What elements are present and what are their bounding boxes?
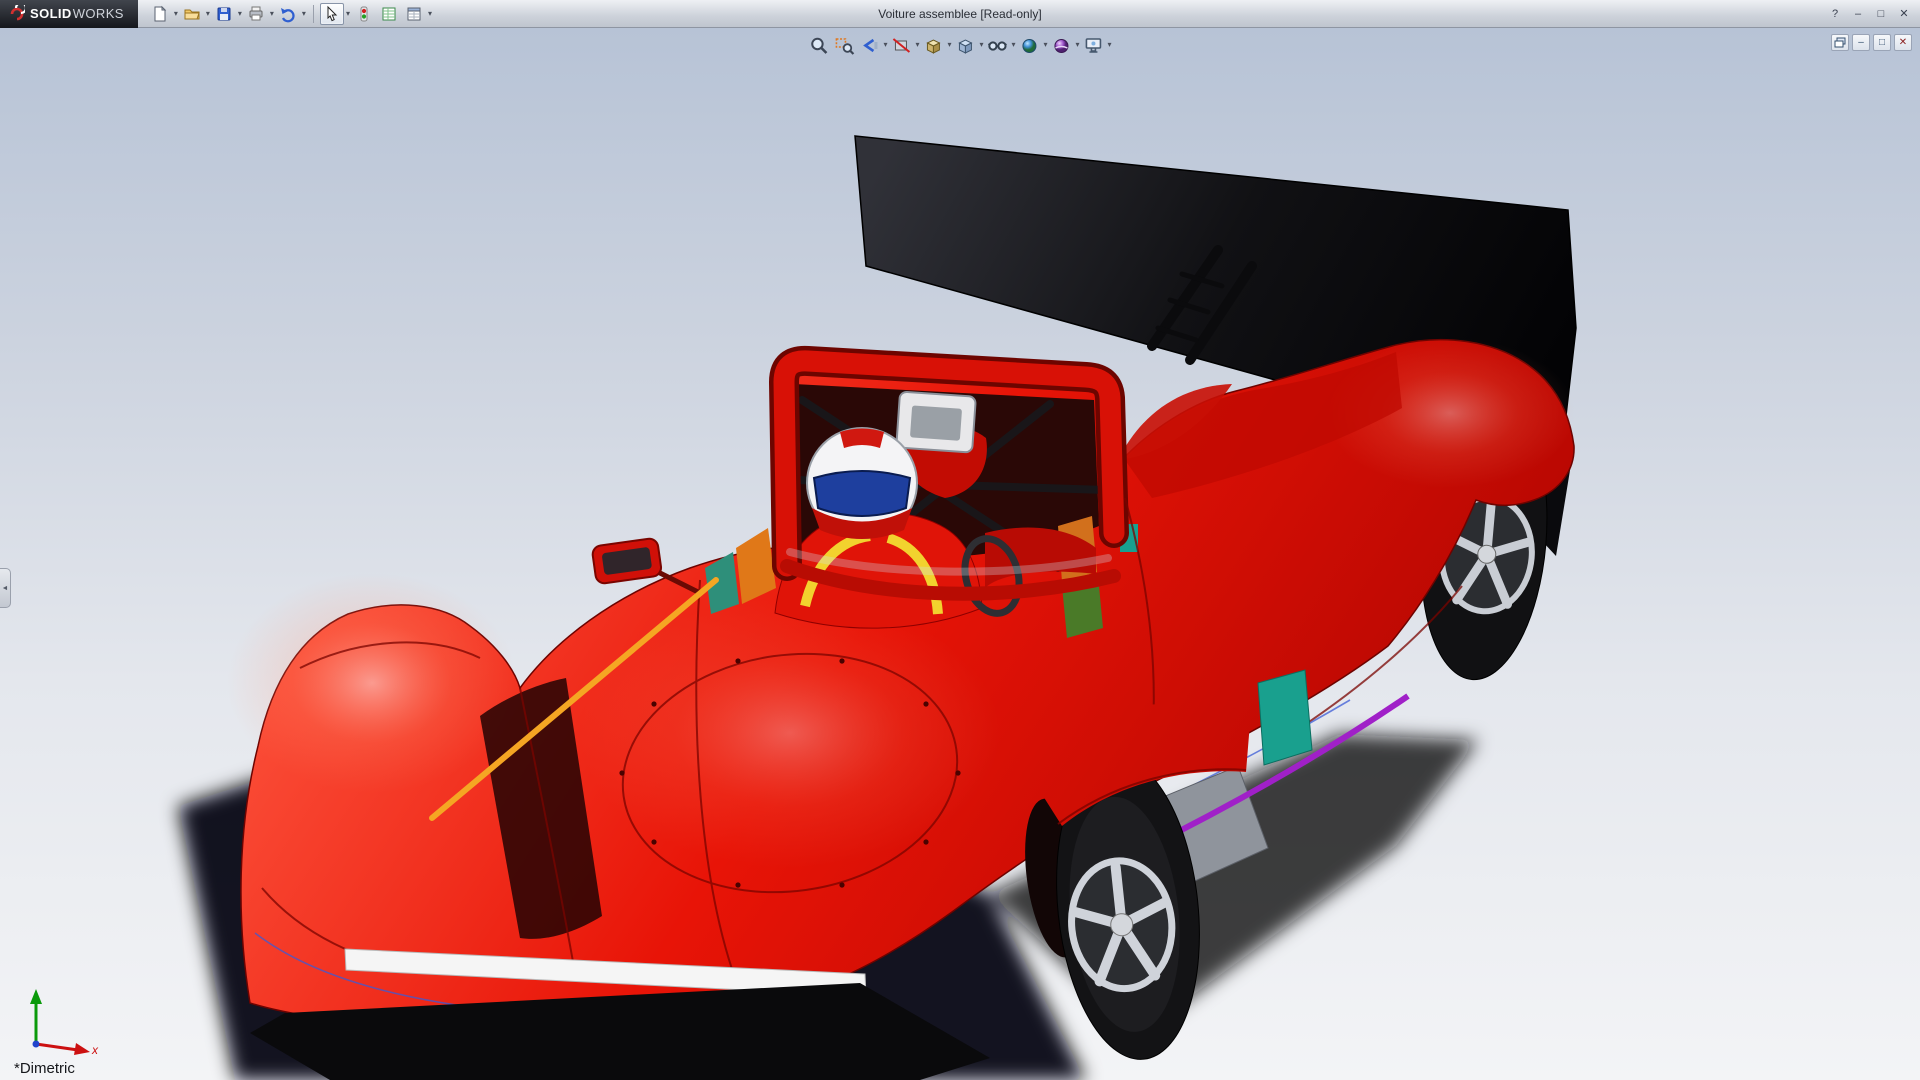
display-style-button[interactable] bbox=[953, 33, 977, 57]
help-button[interactable]: ? bbox=[1825, 5, 1845, 23]
dropdown-caret[interactable]: ▾ bbox=[428, 3, 432, 25]
open-folder-icon bbox=[183, 5, 201, 23]
y-axis-arrow bbox=[30, 989, 42, 1004]
view-settings-button[interactable] bbox=[1082, 33, 1106, 57]
zoom-to-fit-icon bbox=[809, 36, 829, 55]
view-orientation-label: *Dimetric bbox=[14, 1060, 75, 1077]
zoom-to-fit-button[interactable] bbox=[807, 33, 831, 57]
section-view-button[interactable] bbox=[889, 33, 913, 57]
view-settings-icon bbox=[1084, 36, 1104, 55]
x-axis-label: x bbox=[91, 1043, 99, 1056]
cascade-window-button[interactable] bbox=[1831, 34, 1849, 51]
dropdown-caret[interactable]: ▾ bbox=[979, 34, 983, 56]
select-arrow-icon bbox=[323, 5, 341, 23]
traffic-light-button[interactable] bbox=[352, 3, 376, 25]
dropdown-caret[interactable]: ▾ bbox=[883, 34, 887, 56]
driver-helmet[interactable] bbox=[807, 428, 917, 539]
dropdown-caret[interactable]: ▾ bbox=[1044, 34, 1048, 56]
close-button[interactable]: ✕ bbox=[1894, 5, 1914, 23]
dropdown-caret[interactable]: ▾ bbox=[1108, 34, 1112, 56]
intake-box bbox=[896, 391, 976, 452]
heads-up-toolbar: ▾ ▾ ▾ bbox=[807, 33, 1112, 57]
maximize-button[interactable]: □ bbox=[1871, 5, 1891, 23]
dropdown-caret[interactable]: ▾ bbox=[346, 3, 350, 25]
toolbar-separator bbox=[313, 5, 314, 23]
traffic-light-icon bbox=[355, 5, 373, 23]
dropdown-caret[interactable]: ▾ bbox=[238, 3, 242, 25]
file-properties-icon bbox=[380, 5, 398, 23]
previous-view-icon bbox=[859, 36, 879, 55]
design-table-icon bbox=[405, 5, 423, 23]
select-tool-button[interactable] bbox=[320, 3, 344, 25]
z-axis-dot bbox=[33, 1041, 40, 1048]
doc-minimize-button[interactable]: – bbox=[1852, 34, 1870, 51]
orientation-triad: x bbox=[22, 984, 102, 1056]
brand-text-works: WORKS bbox=[73, 6, 124, 21]
side-mirror[interactable] bbox=[592, 538, 700, 593]
undo-button[interactable] bbox=[276, 3, 300, 25]
zoom-to-area-icon bbox=[834, 36, 854, 55]
window-controls: ? – □ ✕ bbox=[1825, 5, 1920, 23]
print-button[interactable] bbox=[244, 3, 268, 25]
view-orientation-button[interactable] bbox=[921, 33, 945, 57]
apply-scene-button[interactable] bbox=[1050, 33, 1074, 57]
side-duct[interactable] bbox=[1258, 670, 1312, 765]
solidworks-window: SOLID WORKS ▾ ▾ bbox=[0, 0, 1920, 1080]
edit-appearance-button[interactable] bbox=[1018, 33, 1042, 57]
helmet-visor bbox=[814, 471, 910, 516]
cascade-window-icon bbox=[1834, 37, 1846, 48]
title-bar: SOLID WORKS ▾ ▾ bbox=[0, 0, 1920, 28]
dropdown-caret[interactable]: ▾ bbox=[302, 3, 306, 25]
hide-show-items-icon bbox=[987, 36, 1009, 55]
save-icon bbox=[215, 5, 233, 23]
car-model[interactable] bbox=[0, 28, 1920, 1080]
brand-text-solid: SOLID bbox=[30, 6, 72, 21]
save-button[interactable] bbox=[212, 3, 236, 25]
apply-scene-icon bbox=[1052, 36, 1072, 55]
open-document-button[interactable] bbox=[180, 3, 204, 25]
collapse-arrow: ◄ bbox=[2, 585, 9, 592]
graphics-viewport[interactable]: ▾ ▾ ▾ bbox=[0, 28, 1920, 1080]
dropdown-caret[interactable]: ▾ bbox=[915, 34, 919, 56]
solidworks-logo: SOLID WORKS bbox=[0, 0, 138, 28]
dropdown-caret[interactable]: ▾ bbox=[174, 3, 178, 25]
document-window-controls: – □ ✕ bbox=[1831, 34, 1912, 51]
featuremanager-collapsed-tab[interactable]: ◄ bbox=[0, 568, 11, 608]
display-style-icon bbox=[955, 36, 975, 55]
ds-logo-mark-icon bbox=[8, 5, 25, 22]
dropdown-caret[interactable]: ▾ bbox=[206, 3, 210, 25]
file-properties-button[interactable] bbox=[377, 3, 401, 25]
design-table-button[interactable] bbox=[402, 3, 426, 25]
doc-restore-button[interactable]: □ bbox=[1873, 34, 1891, 51]
hide-show-items-button[interactable] bbox=[986, 33, 1010, 57]
view-orientation-icon bbox=[923, 36, 943, 55]
dropdown-caret[interactable]: ▾ bbox=[270, 3, 274, 25]
new-document-icon bbox=[151, 5, 169, 23]
dropdown-caret[interactable]: ▾ bbox=[1076, 34, 1080, 56]
new-document-button[interactable] bbox=[148, 3, 172, 25]
undo-icon bbox=[279, 5, 297, 23]
dropdown-caret[interactable]: ▾ bbox=[1012, 34, 1016, 56]
previous-view-button[interactable] bbox=[857, 33, 881, 57]
main-toolbar: ▾ ▾ ▾ bbox=[138, 3, 433, 25]
edit-appearance-icon bbox=[1020, 36, 1040, 55]
dropdown-caret[interactable]: ▾ bbox=[947, 34, 951, 56]
x-axis-arrow bbox=[74, 1043, 90, 1055]
minimize-button[interactable]: – bbox=[1848, 5, 1868, 23]
doc-close-button[interactable]: ✕ bbox=[1894, 34, 1912, 51]
zoom-to-area-button[interactable] bbox=[832, 33, 856, 57]
print-icon bbox=[247, 5, 265, 23]
section-view-icon bbox=[891, 36, 911, 55]
